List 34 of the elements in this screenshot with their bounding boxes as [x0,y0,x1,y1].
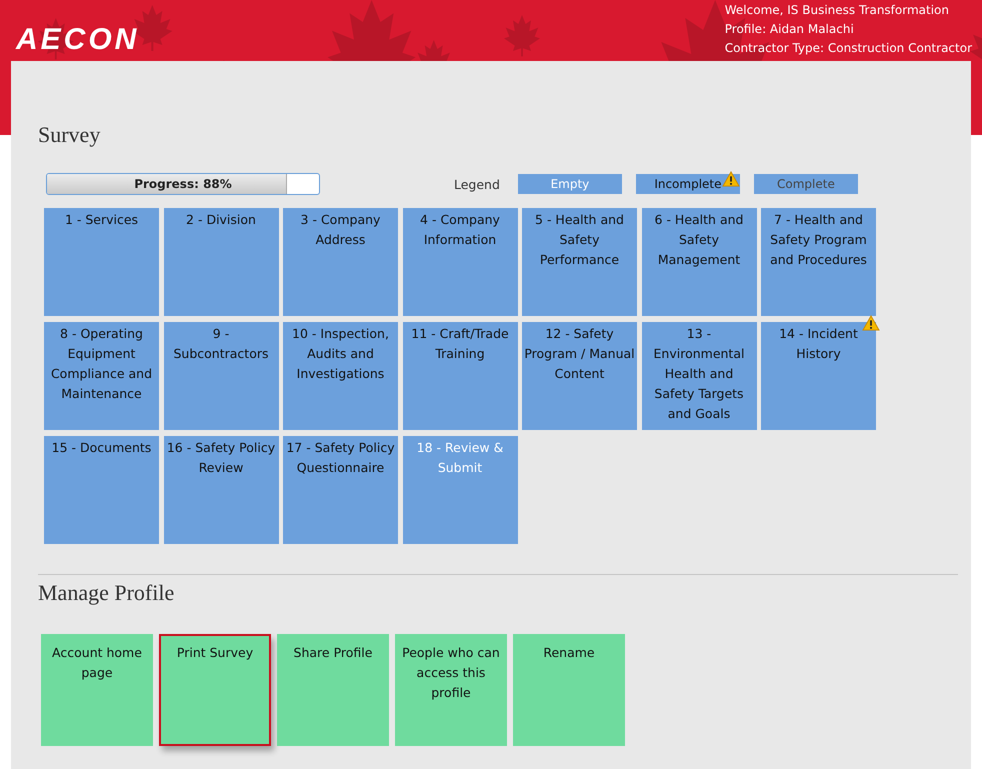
legend-label: Legend [454,176,500,192]
survey-section-tile[interactable]: 9 - Subcontractors [164,322,278,430]
section-heading: Survey [38,121,102,149]
survey-section-tile[interactable]: 16 - Safety Policy Review [164,436,278,544]
profile-text: Profile: Aidan Malachi [724,21,855,38]
survey-section-tile[interactable]: 12 - Safety Program / Manual Content [522,322,637,430]
survey-section-tile[interactable]: 15 - Documents [44,436,159,544]
progress-label: Progress: 88% [133,176,233,193]
survey-section-tile[interactable]: 4 - Company Information [402,208,518,316]
survey-section-tile[interactable]: 14 - Incident History [761,322,876,430]
survey-section-tile[interactable]: 13 - Environmental Health and Safety Targets and Goals [642,322,756,430]
survey-section-tile[interactable]: 17 - Safety Policy Questionnaire [283,436,398,544]
survey-section-tile[interactable]: 8 - Operating Equipment Compliance and Maintenance [44,322,159,430]
welcome-text: Welcome, IS Business Transformation [724,2,950,19]
warning-icon [862,315,880,331]
section-heading: Manage Profile [38,579,176,607]
survey-section-tile[interactable]: 1 - Services [44,208,159,316]
profile-action-tile[interactable]: People who can access this profile [395,634,507,746]
profile-action-tile[interactable]: Rename [513,634,625,746]
profile-action-tile[interactable]: Share Profile [277,634,389,746]
survey-section-tile[interactable]: 5 - Health and Safety Performance [522,208,637,316]
survey-section-tile[interactable]: 2 - Division [164,208,278,316]
legend-item: Complete [754,174,858,194]
legend-item: Empty [518,174,622,194]
warning-icon [722,171,740,187]
survey-section-tile[interactable]: 7 - Health and Safety Program and Procedures [761,208,876,316]
profile-action-tile[interactable]: Print Survey [159,634,271,746]
company-logo: AECON [16,24,140,56]
survey-section-tile[interactable]: 10 - Inspection, Audits and Investigations [283,322,398,430]
survey-section-tile[interactable]: 11 - Craft/Trade Training [402,322,518,430]
contractor-type-text: Contractor Type: Construction Contractor [724,40,972,57]
survey-section-tile[interactable]: 6 - Health and Safety Management [642,208,756,316]
survey-section-tile[interactable]: 3 - Company Address [283,208,398,316]
profile-action-tile[interactable]: Account home page [41,634,153,746]
